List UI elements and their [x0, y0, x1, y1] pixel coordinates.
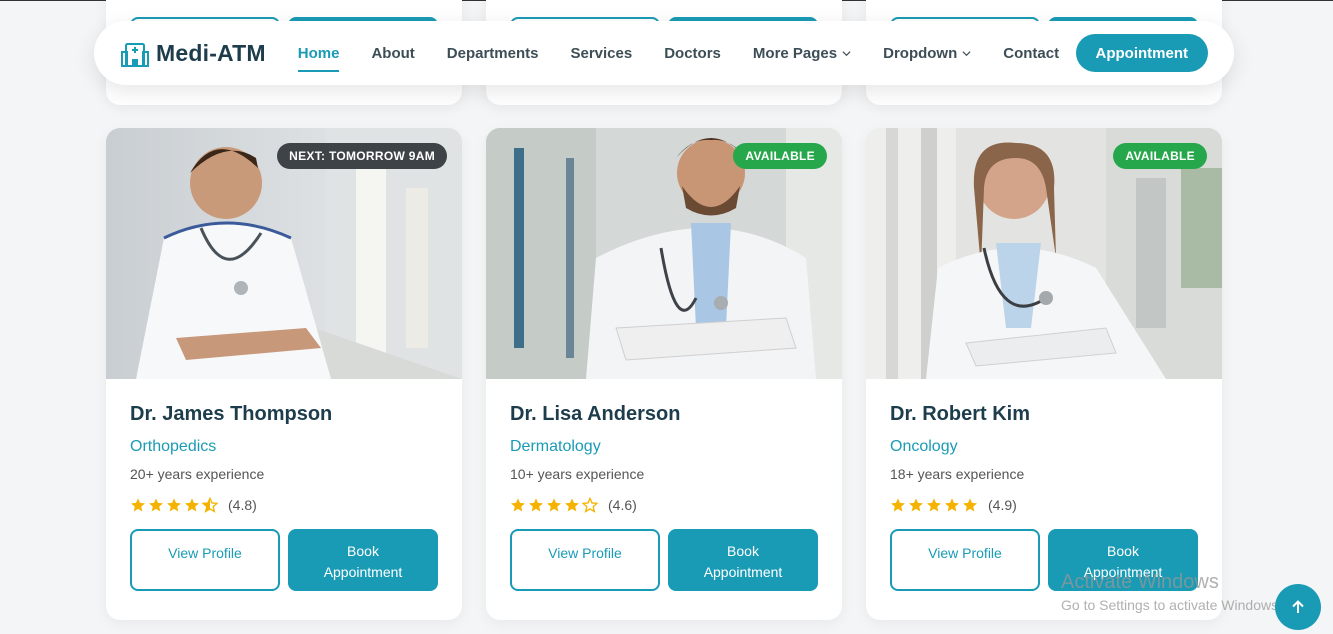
doctor-card: AVAILABLE Dr. Lisa Anderson Dermatology … — [486, 128, 842, 620]
star-icon — [185, 498, 199, 512]
nav-more-pages[interactable]: More Pages — [753, 21, 851, 85]
doctor-specialty[interactable]: Oncology — [890, 438, 1198, 456]
doctor-experience: 10+ years experience — [510, 466, 645, 482]
doctor-name: Dr. James Thompson — [130, 403, 333, 425]
nav-contact[interactable]: Contact — [1003, 21, 1059, 85]
chevron-down-icon — [842, 50, 851, 56]
hospital-icon — [121, 43, 149, 67]
doctor-card: NEXT: TOMORROW 9AM Dr. James Thompson Or… — [106, 128, 462, 620]
chevron-down-icon — [962, 50, 971, 56]
star-icon — [565, 498, 579, 512]
doctor-experience: 18+ years experience — [890, 466, 1025, 482]
doctor-specialty[interactable]: Dermatology — [510, 438, 818, 456]
star-icon — [945, 498, 959, 512]
star-icon — [909, 498, 923, 512]
doctor-photo: AVAILABLE — [486, 128, 842, 379]
star-icon — [511, 498, 525, 512]
doctor-specialty[interactable]: Orthopedics — [130, 438, 438, 456]
star-icon — [131, 498, 145, 512]
windows-activation-watermark: Activate Windows Go to Settings to activ… — [1061, 571, 1282, 613]
nav-label: Doctors — [664, 44, 721, 62]
star-icon — [891, 498, 905, 512]
nav-about[interactable]: About — [371, 21, 414, 85]
nav-dropdown[interactable]: Dropdown — [883, 21, 971, 85]
view-profile-button[interactable]: View Profile — [890, 529, 1040, 591]
book-appointment-button[interactable]: Book Appointment — [288, 529, 438, 591]
nav-departments[interactable]: Departments — [447, 21, 539, 85]
doctor-rating: (4.6) — [510, 497, 818, 513]
nav-services[interactable]: Services — [570, 21, 632, 85]
status-badge: AVAILABLE — [733, 143, 827, 169]
view-profile-button[interactable]: View Profile — [130, 529, 280, 591]
star-icon — [529, 498, 543, 512]
star-icon — [927, 498, 941, 512]
doctor-name: Dr. Lisa Anderson — [510, 403, 681, 425]
nav-label: About — [371, 44, 415, 62]
book-appointment-label: Book Appointment — [703, 543, 783, 580]
watermark-title: Activate Windows — [1061, 571, 1219, 593]
star-icon — [547, 498, 561, 512]
star-half-icon — [202, 497, 218, 513]
nav-label: Departments — [446, 44, 539, 62]
star-empty-icon — [582, 497, 598, 513]
main-navbar: Medi-ATM Home About Departments Services… — [94, 21, 1234, 85]
doctor-rating: (4.9) — [890, 497, 1198, 513]
appointment-button[interactable]: Appointment — [1075, 34, 1208, 72]
nav-label: Home — [297, 44, 340, 62]
scroll-top-button[interactable] — [1275, 584, 1321, 630]
view-profile-button[interactable]: View Profile — [510, 529, 660, 591]
nav-label: More Pages — [752, 44, 838, 62]
doctor-rating: (4.8) — [130, 497, 438, 513]
star-icon — [149, 498, 163, 512]
rating-score: (4.8) — [228, 497, 257, 513]
status-badge: NEXT: TOMORROW 9AM — [277, 143, 447, 169]
doctor-photo: NEXT: TOMORROW 9AM — [106, 128, 462, 379]
brand-logo[interactable]: Medi-ATM — [120, 38, 266, 68]
book-appointment-button[interactable]: Book Appointment — [668, 529, 818, 591]
status-badge: AVAILABLE — [1113, 143, 1207, 169]
watermark-subtitle: Go to Settings to activate Windows. — [1061, 597, 1282, 613]
nav-label: Contact — [1003, 44, 1060, 62]
nav-doctors[interactable]: Doctors — [664, 21, 721, 85]
book-appointment-label: Book Appointment — [323, 543, 403, 580]
brand-name: Medi-ATM — [156, 39, 266, 66]
nav-home[interactable]: Home — [297, 21, 340, 85]
star-icon — [167, 498, 181, 512]
arrow-up-icon — [1292, 600, 1304, 613]
nav-label: Services — [570, 44, 633, 62]
doctor-card: AVAILABLE Dr. Robert Kim Oncology 18+ ye… — [866, 128, 1222, 620]
doctor-name: Dr. Robert Kim — [890, 403, 1031, 425]
rating-score: (4.9) — [988, 497, 1017, 513]
doctor-experience: 20+ years experience — [130, 466, 265, 482]
nav-label: Dropdown — [883, 44, 958, 62]
star-icon — [963, 498, 977, 512]
rating-score: (4.6) — [608, 497, 637, 513]
doctor-photo: AVAILABLE — [866, 128, 1222, 379]
